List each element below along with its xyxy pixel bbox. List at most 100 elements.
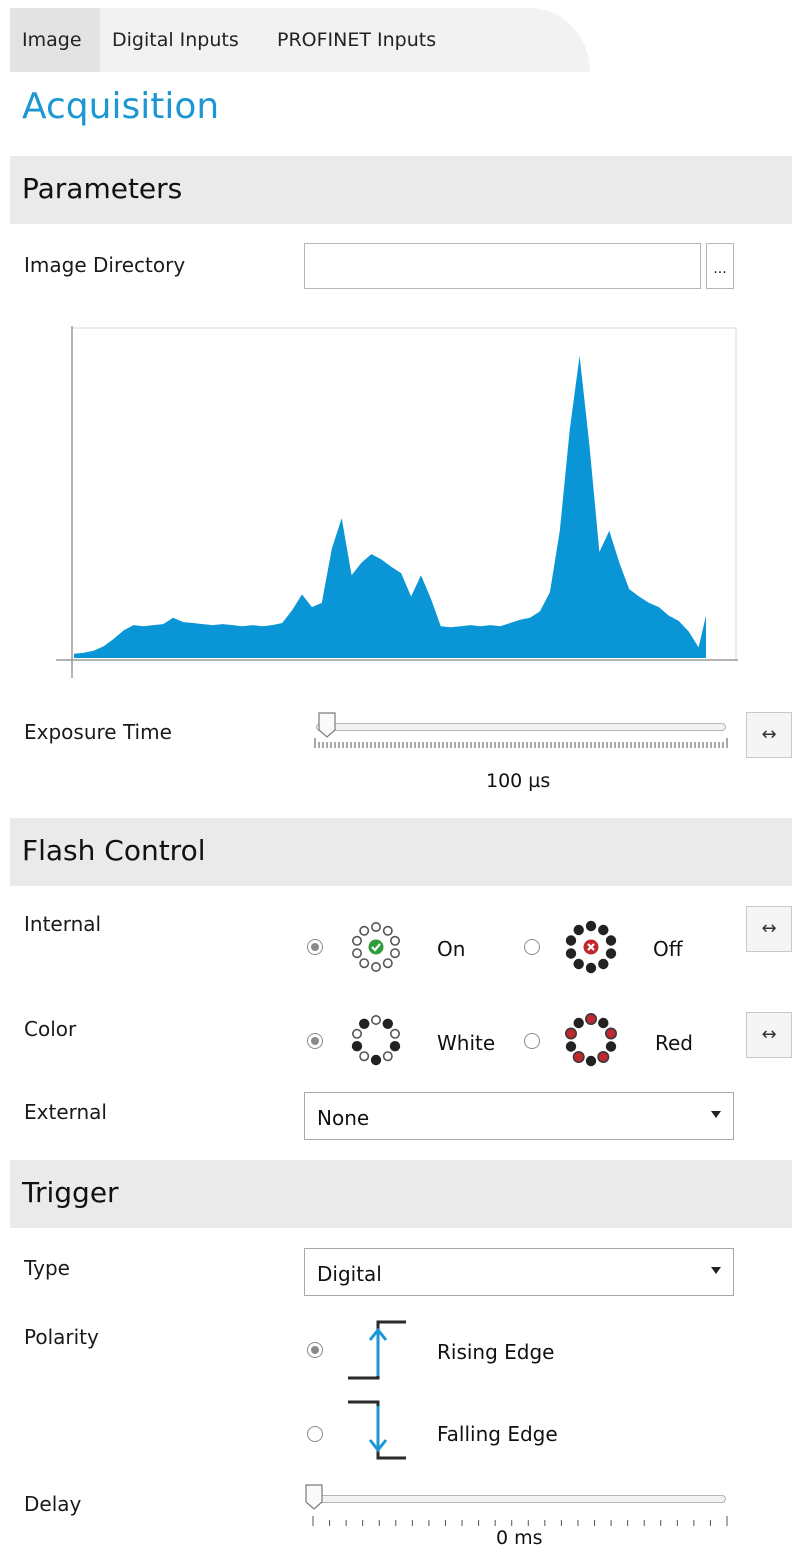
led-dot [605, 935, 617, 946]
led-dot [573, 924, 584, 936]
led-dot [565, 1027, 577, 1040]
led-ring-off-icon [565, 920, 617, 974]
image-directory-label: Image Directory [24, 253, 186, 277]
color-link-button[interactable]: ↔ [746, 1012, 792, 1058]
led-dot [370, 1015, 381, 1025]
led-dot [382, 1018, 393, 1029]
led-dot [352, 948, 362, 959]
color-white-radio[interactable] [307, 1033, 323, 1049]
page-title: Acquisition [22, 86, 220, 127]
external-label: External [24, 1100, 107, 1124]
led-dot [598, 958, 609, 970]
led-dot [359, 1051, 370, 1062]
falling-edge-icon [348, 1400, 406, 1460]
led-dot [351, 1041, 363, 1052]
led-dot [597, 1050, 610, 1063]
section-title: Trigger [22, 1176, 119, 1209]
polarity-falling-radio[interactable] [307, 1426, 323, 1442]
histogram-chart [56, 326, 738, 678]
exposure-link-button[interactable]: ↔ [746, 712, 792, 758]
led-dot [585, 920, 597, 932]
led-dot [605, 948, 617, 959]
led-dot [370, 961, 381, 972]
delay-value: 0 ms [496, 1527, 543, 1549]
led-dot [605, 1041, 617, 1052]
exposure-time-label: Exposure Time [24, 720, 172, 744]
led-dot [359, 958, 370, 969]
link-icon: ↔ [761, 724, 777, 745]
led-dot [382, 1051, 393, 1062]
internal-on-radio[interactable] [307, 939, 323, 955]
internal-off-radio[interactable] [524, 939, 540, 955]
polarity-label: Polarity [24, 1325, 99, 1349]
section-header-trigger: Trigger [10, 1160, 792, 1228]
led-dot [565, 935, 577, 946]
led-dot [359, 1018, 370, 1029]
link-icon: ↔ [761, 1024, 777, 1045]
external-dropdown-value: None [317, 1106, 370, 1130]
section-title: Parameters [22, 172, 183, 205]
color-white-label: White [437, 1031, 496, 1055]
led-dot [565, 948, 577, 959]
led-dot [565, 1041, 577, 1052]
internal-off-label: Off [653, 937, 683, 961]
exposure-slider-ticks [314, 738, 728, 748]
chevron-down-icon [711, 1111, 721, 1118]
image-directory-input[interactable] [304, 243, 701, 289]
led-dot [352, 1028, 362, 1039]
delay-slider-thumb[interactable] [305, 1484, 323, 1510]
trigger-type-dropdown[interactable]: Digital [304, 1248, 734, 1296]
led-dot [389, 1028, 400, 1039]
exposure-time-value: 100 µs [486, 770, 551, 792]
led-ring-on-icon [352, 922, 400, 972]
led-dot [573, 958, 584, 970]
led-dot [359, 925, 370, 936]
led-dot [572, 1050, 585, 1063]
internal-link-button[interactable]: ↔ [746, 906, 792, 952]
led-ring-red-icon [565, 1013, 617, 1067]
tab-image[interactable]: Image [10, 8, 100, 72]
rising-edge-icon [348, 1320, 406, 1380]
led-center [368, 939, 384, 955]
led-dot [585, 1055, 597, 1067]
color-label: Color [24, 1017, 77, 1041]
led-dot [584, 1013, 597, 1025]
led-dot [598, 1017, 609, 1029]
led-ring-white-icon [351, 1015, 401, 1066]
led-dot [382, 925, 393, 936]
polarity-falling-label: Falling Edge [437, 1422, 558, 1446]
color-red-radio[interactable] [524, 1033, 540, 1049]
link-icon: ↔ [761, 918, 777, 939]
tab-profinet-inputs[interactable]: PROFINET Inputs [265, 8, 465, 72]
browse-button[interactable]: ... [706, 243, 734, 289]
led-dot [585, 962, 597, 974]
led-dot [389, 1041, 401, 1052]
internal-label: Internal [24, 912, 102, 936]
tab-bar: Image Digital Inputs PROFINET Inputs [0, 0, 792, 72]
trigger-type-label: Type [24, 1256, 70, 1280]
led-dot [389, 948, 400, 959]
polarity-rising-label: Rising Edge [437, 1340, 555, 1364]
delay-slider-track[interactable] [306, 1495, 726, 1503]
trigger-type-value: Digital [317, 1262, 382, 1286]
led-dot [370, 1054, 382, 1066]
exposure-slider-track[interactable] [316, 723, 726, 731]
exposure-slider-thumb[interactable] [318, 712, 336, 738]
led-dot [604, 1027, 617, 1040]
led-dot [573, 1017, 584, 1029]
led-dot [370, 922, 381, 932]
section-title: Flash Control [22, 834, 206, 867]
led-dot [598, 924, 609, 936]
tab-digital-inputs[interactable]: Digital Inputs [100, 8, 265, 72]
led-dot [352, 935, 362, 946]
chevron-down-icon [711, 1267, 721, 1274]
led-dot [389, 935, 400, 946]
section-header-flash-control: Flash Control [10, 818, 792, 886]
delay-label: Delay [24, 1492, 82, 1516]
polarity-rising-radio[interactable] [307, 1342, 323, 1358]
internal-on-label: On [437, 937, 466, 961]
section-header-parameters: Parameters [10, 156, 792, 224]
led-dot [382, 958, 393, 969]
color-red-label: Red [655, 1031, 693, 1055]
external-dropdown[interactable]: None [304, 1092, 734, 1140]
